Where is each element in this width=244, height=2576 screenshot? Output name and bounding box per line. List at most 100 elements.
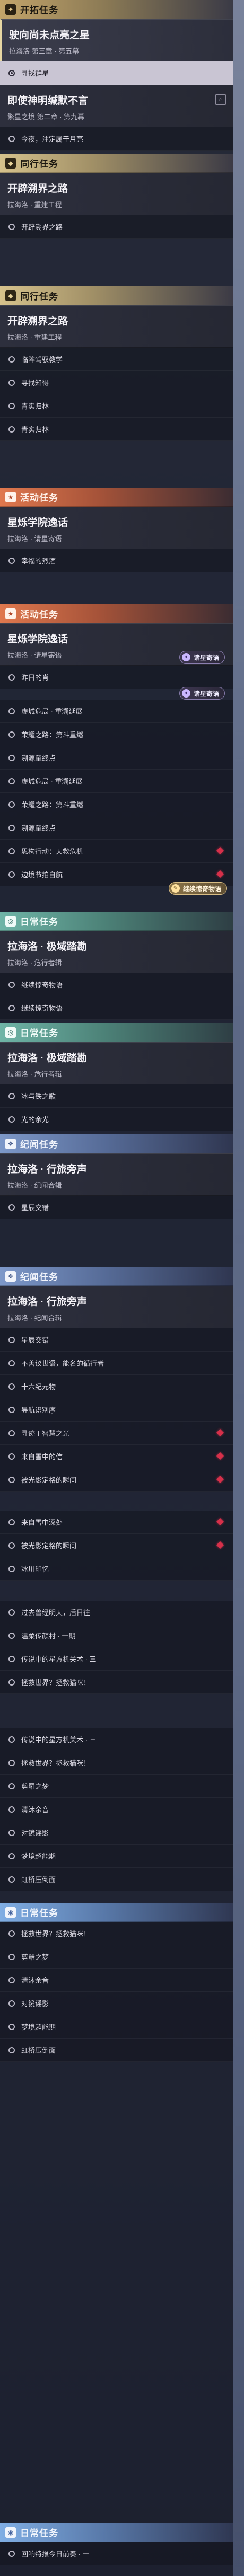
quest-step-i3[interactable]: 开辟溯界之路 — [0, 215, 233, 239]
quest-step-i14[interactable]: 荣耀之路：第斗重燃 — [0, 793, 233, 816]
quest-step-i4[interactable]: 临阵驾驭教学 — [0, 348, 233, 371]
quest-step-i45[interactable]: 剪羅之梦 — [0, 1945, 233, 1969]
section-character-2[interactable]: ❖ 纪闻任务 — [0, 1267, 233, 1286]
quest-step-i10[interactable]: 虚城危局 · 重溯延展 — [0, 700, 233, 723]
book-icon: ✎ — [171, 884, 180, 893]
quest-step-i49[interactable]: 虹桥压倒面 — [0, 2039, 233, 2062]
quest-step-i12[interactable]: 溯源至终点 — [0, 746, 233, 770]
step-bullet-icon — [8, 557, 15, 564]
quest-step-i42[interactable]: 梦境超能期 — [0, 1845, 233, 1868]
quest-step-i28[interactable]: 来自雪中的信 — [0, 1445, 233, 1468]
step-label: 传说中的星方机关术 · 三 — [21, 1655, 97, 1663]
quest-list-panel[interactable]: ✦ 开拓任务 驶向尚未点亮之星 拉海洛 第三章 · 第五幕 寻找群星 即使神明缄默不… — [0, 0, 233, 2576]
quest-title: 即使神明缄默不言 — [7, 95, 89, 107]
step-bullet-icon — [8, 223, 15, 230]
section-character[interactable]: ❖ 纪闻任务 — [0, 1134, 233, 1153]
section-daily-2[interactable]: ◎ 日常任务 — [0, 1023, 233, 1042]
quest-step-i35[interactable]: 传说中的星方机关术 · 三 — [0, 1647, 233, 1671]
quest-step-i19[interactable]: 继续惊奇物语 — [0, 996, 233, 1020]
section-routine-2[interactable]: ◉ 日常任务 — [0, 2523, 233, 2542]
section-title: 日常任务 — [20, 1028, 58, 1038]
tracked-marker-icon — [216, 1541, 224, 1549]
quest-step-i43[interactable]: 虹桥压倒面 — [0, 1868, 233, 1891]
quest-step-i16[interactable]: 思构行动：天救危机 — [0, 840, 233, 863]
quest-step-i21[interactable]: 光的余光 — [0, 1108, 233, 1131]
quest-step-i46[interactable]: 清沐余音 — [0, 1969, 233, 1992]
step-bullet-icon — [8, 379, 15, 386]
quest-title: 开辟溯界之路 — [7, 316, 68, 327]
quest-step-i15[interactable]: 溯源至终点 — [0, 816, 233, 840]
quest-step-i31[interactable]: 被光影定格的瞬间 — [0, 1534, 233, 1557]
section-companion[interactable]: ◆ 同行任务 — [0, 154, 233, 173]
quest-card-c4[interactable]: 开辟溯界之路 拉海洛 · 重建工程 — [0, 305, 233, 348]
quest-step-i7[interactable]: 青实归林 — [0, 418, 233, 441]
quest-log-screen: ✦ 开拓任务 驶向尚未点亮之星 拉海洛 第三章 · 第五幕 寻找群星 即使神明缄默不… — [0, 0, 244, 2576]
quest-step-i6[interactable]: 青实归林 — [0, 394, 233, 418]
quest-step-i2[interactable]: 今夜，注定属于月亮 — [0, 127, 233, 151]
quest-step-i40[interactable]: 清沐余音 — [0, 1798, 233, 1821]
quest-step-i36[interactable]: 拯救世界？拯救猫咪！ — [0, 1671, 233, 1694]
quest-step-i39[interactable]: 剪羅之梦 — [0, 1775, 233, 1798]
quest-card-c10[interactable]: 拉海洛 · 行旅旁声 拉海洛 · 纪闻合辑 — [0, 1286, 233, 1328]
quest-step-i38[interactable]: 拯救世界？拯救猫咪！ — [0, 1751, 233, 1775]
quest-step-i27[interactable]: 寻迹于智慧之光 — [0, 1422, 233, 1445]
quest-step-i11[interactable]: 荣耀之路：第斗重燃 — [0, 723, 233, 746]
tag-chip[interactable]: ✦ 诸星寄语 — [179, 687, 225, 700]
tracked-marker-icon — [216, 1428, 224, 1437]
step-bullet-icon — [8, 1783, 15, 1789]
section-event-2[interactable]: ★ 活动任务 — [0, 604, 233, 623]
quest-step-i9[interactable]: 昨日的肖 — [0, 666, 233, 689]
quest-subtitle: 拉海洛 第三章 · 第五幕 — [9, 47, 80, 55]
quest-step-i34[interactable]: 温柔传颜村 · 一期 — [0, 1624, 233, 1647]
quest-step-i30[interactable]: 来自雪中深处 — [0, 1511, 233, 1534]
quest-step-i13[interactable]: 虚城危局 · 重溯延展 — [0, 770, 233, 793]
quest-step-i1[interactable]: 寻找群星 — [0, 61, 233, 85]
quest-step-i18[interactable]: 继续惊奇物语 — [0, 973, 233, 996]
step-bullet-icon — [8, 731, 15, 738]
quest-subtitle: 繁星之境 第二章 · 第九幕 — [7, 113, 85, 121]
step-bullet-icon — [8, 1204, 15, 1211]
section-trailblaze[interactable]: ✦ 开拓任务 — [0, 0, 233, 19]
step-bullet-icon — [8, 981, 15, 988]
quest-card-c3[interactable]: 开辟溯界之路 拉海洛 · 重建工程 — [0, 173, 233, 215]
tag-chip[interactable]: ✎ 继续惊奇物语 — [169, 882, 228, 895]
quest-step-i8[interactable]: 幸福的烈酒 — [0, 549, 233, 572]
quest-step-i26[interactable]: 导航识别序 — [0, 1398, 233, 1422]
character-icon: ❖ — [5, 1271, 16, 1282]
event-icon: ★ — [5, 491, 16, 502]
quest-step-i48[interactable]: 梦境超能期 — [0, 2015, 233, 2039]
quest-card-c5[interactable]: 星烁学院逸话 拉海洛 · 请星寄语 — [0, 507, 233, 549]
quest-step-i20[interactable]: 冰与铁之歌 — [0, 1084, 233, 1108]
step-label: 临阵驾驭教学 — [21, 356, 63, 364]
section-event[interactable]: ★ 活动任务 — [0, 488, 233, 507]
quest-card-c2[interactable]: 即使神明缄默不言 繁星之境 第二章 · 第九幕 ⌂ — [0, 85, 233, 127]
routine-icon: ◉ — [5, 1907, 16, 1918]
quest-step-i24[interactable]: 不善议世语，能名的循行者 — [0, 1352, 233, 1375]
quest-step-i44[interactable]: 拯救世界？拯救猫咪！ — [0, 1922, 233, 1945]
step-bullet-icon — [8, 402, 15, 409]
quest-card-c8[interactable]: 拉海洛 · 极域踏勘 拉海洛 · 危行者辑 — [0, 1042, 233, 1084]
quest-step-i23[interactable]: 星辰交错 — [0, 1328, 233, 1352]
quest-card-c9[interactable]: 拉海洛 · 行旅旁声 拉海洛 · 纪闻合辑 — [0, 1153, 233, 1196]
quest-step-i32[interactable]: 冰川印忆 — [0, 1557, 233, 1581]
quest-step-i37[interactable]: 传说中的星方机关术 · 三 — [0, 1728, 233, 1751]
quest-step-i33[interactable]: 过去曾经明天，后日往 — [0, 1601, 233, 1624]
tag-chip[interactable]: ✦ 诸星寄语 — [179, 651, 225, 664]
quest-step-i22[interactable]: 星辰交错 — [0, 1196, 233, 1219]
section-daily[interactable]: ◎ 日常任务 — [0, 912, 233, 931]
quest-step-i29[interactable]: 被光影定格的瞬间 — [0, 1468, 233, 1492]
quest-step-i25[interactable]: 十六纪元物 — [0, 1375, 233, 1398]
quest-step-i5[interactable]: 寻找知得 — [0, 371, 233, 394]
quest-step-i41[interactable]: 对镜谣影 — [0, 1821, 233, 1845]
quest-card-c1[interactable]: 驶向尚未点亮之星 拉海洛 第三章 · 第五幕 — [0, 19, 233, 61]
step-label: 梦境超能期 — [21, 1852, 56, 1860]
step-label: 清沐余音 — [21, 1977, 49, 1984]
step-label: 溯源至终点 — [21, 754, 56, 762]
section-companion-2[interactable]: ◆ 同行任务 — [0, 286, 233, 305]
quest-step-i50[interactable]: 回响特报今日前奏 · 一 — [0, 2542, 233, 2565]
section-routine[interactable]: ◉ 日常任务 — [0, 1903, 233, 1922]
quest-card-c7[interactable]: 拉海洛 · 极域踏勘 拉海洛 · 危行者辑 — [0, 931, 233, 973]
quest-title: 开辟溯界之路 — [7, 183, 68, 195]
section-title: 日常任务 — [20, 917, 58, 927]
quest-step-i47[interactable]: 对镜谣影 — [0, 1992, 233, 2015]
